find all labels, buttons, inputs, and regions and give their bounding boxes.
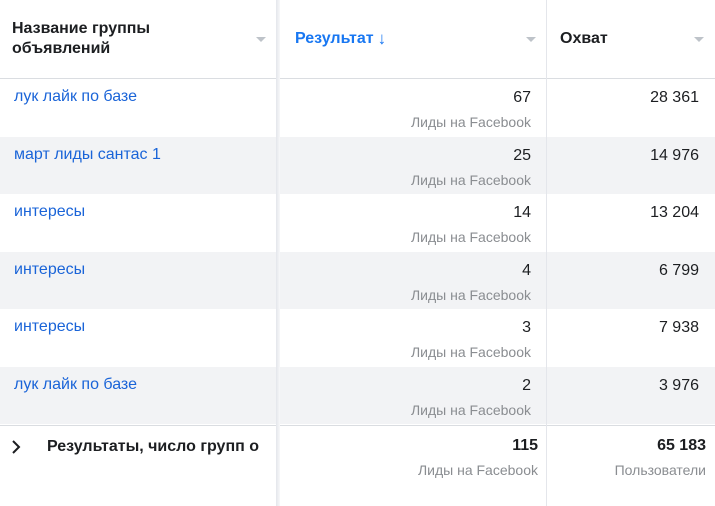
result-type: Лиды на Facebook xyxy=(410,171,531,188)
ad-set-name-link[interactable]: лук лайк по базе xyxy=(14,376,137,394)
reach-value: 7 938 xyxy=(658,319,699,336)
sort-down-arrow-icon: ↓ xyxy=(377,29,387,48)
ad-set-name-link[interactable]: март лиды сантас 1 xyxy=(14,146,161,164)
summary-result-type: Лиды на Facebook xyxy=(417,462,538,478)
ad-set-name-link[interactable]: интересы xyxy=(14,203,85,221)
column-header-name-label: Название группы объявлений xyxy=(12,20,151,57)
column-header-reach[interactable]: Охват xyxy=(548,0,715,78)
column-header-reach-label: Охват xyxy=(560,30,608,47)
caret-down-icon[interactable] xyxy=(256,37,266,42)
result-type: Лиды на Facebook xyxy=(410,344,531,360)
summary-reach-type: Пользователи xyxy=(614,462,706,478)
table-row: интересы 14 Лиды на Facebook 13 204 xyxy=(0,194,715,252)
ad-set-name-link[interactable]: интересы xyxy=(14,318,85,336)
column-header-result[interactable]: Результат ↓ xyxy=(280,0,546,78)
ad-sets-table: лук лайк по базе 67 Лиды на Facebook 28 … xyxy=(0,0,715,506)
reach-value: 28 361 xyxy=(650,89,699,106)
column-header-result-label: Результат xyxy=(295,30,374,47)
table-summary-row: Результаты, число групп о 115 Лиды на Fa… xyxy=(0,425,715,506)
table-row: интересы 3 Лиды на Facebook 7 938 xyxy=(0,309,715,367)
result-type: Лиды на Facebook xyxy=(410,401,531,418)
reach-value: 14 976 xyxy=(650,146,699,164)
column-divider xyxy=(546,0,547,506)
table-row: интересы 4 Лиды на Facebook 6 799 xyxy=(0,251,715,309)
table-header: Название группы объявлений Результат ↓ О… xyxy=(0,0,715,79)
table-row: лук лайк по базе 2 Лиды на Facebook 3 97… xyxy=(0,366,715,424)
reach-value: 6 799 xyxy=(658,261,699,279)
result-value: 2 xyxy=(522,376,531,394)
reach-value: 13 204 xyxy=(650,204,699,221)
reach-value: 3 976 xyxy=(658,376,699,394)
table-row: март лиды сантас 1 25 Лиды на Facebook 1… xyxy=(0,136,715,194)
result-type: Лиды на Facebook xyxy=(410,114,531,130)
summary-reach-total: 65 183 xyxy=(657,437,706,454)
result-value: 67 xyxy=(513,89,531,106)
table-row: лук лайк по базе 67 Лиды на Facebook 28 … xyxy=(0,79,715,137)
chevron-right-icon[interactable] xyxy=(11,436,21,454)
ad-set-name-link[interactable]: интересы xyxy=(14,261,85,279)
caret-down-icon[interactable] xyxy=(694,37,704,42)
summary-label: Результаты, число групп о xyxy=(47,438,259,455)
result-value: 4 xyxy=(522,261,531,279)
result-value: 25 xyxy=(513,146,531,164)
caret-down-icon[interactable] xyxy=(526,37,536,42)
ad-set-name-link[interactable]: лук лайк по базе xyxy=(14,88,137,106)
frozen-column-divider xyxy=(276,0,280,506)
result-type: Лиды на Facebook xyxy=(410,286,531,303)
result-value: 14 xyxy=(513,204,531,221)
summary-result-total: 115 xyxy=(512,437,538,454)
result-value: 3 xyxy=(522,319,531,336)
result-type: Лиды на Facebook xyxy=(410,229,531,245)
column-header-name[interactable]: Название группы объявлений xyxy=(0,0,278,78)
